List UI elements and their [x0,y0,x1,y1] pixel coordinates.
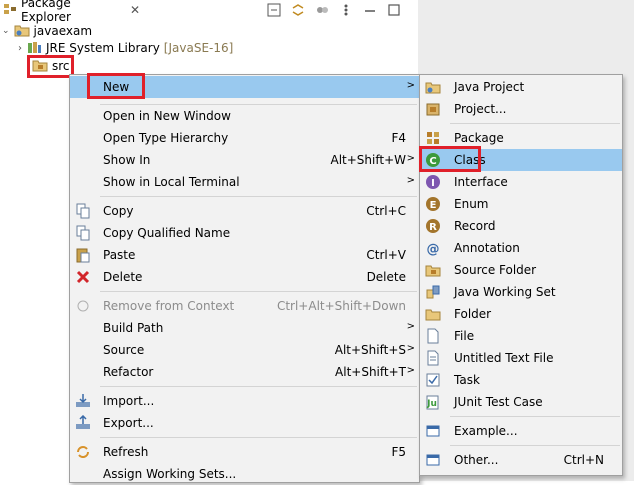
annotation-box-src [27,55,74,78]
menu-item-untitled-text-file[interactable]: Untitled Text File [420,347,622,369]
svg-text:R: R [429,222,437,233]
maximize-icon[interactable] [386,2,402,18]
record-icon: R [425,218,441,234]
close-view-icon[interactable]: ✕ [130,3,140,17]
annotation-icon: @ [425,240,441,256]
menu-separator [450,445,620,446]
annotation-box-class [419,146,481,172]
menu-item-build-path[interactable]: Build Path > [70,317,419,339]
view-toolbar [266,1,402,19]
project-icon [425,101,441,117]
menu-item-copy-qualified-name[interactable]: Copy Qualified Name [70,222,419,244]
library-icon [26,40,42,57]
package-explorer-title: Package Explorer [21,0,71,24]
menu-separator [450,123,620,124]
package-explorer-icon [3,2,17,19]
submenu-arrow-icon: > [406,321,415,332]
menu-item-source-folder[interactable]: Source Folder [420,259,622,281]
java-project-icon [425,79,441,95]
menu-item-folder[interactable]: Folder [420,303,622,325]
project-label: javaexam [33,24,93,38]
link-with-editor-icon[interactable] [290,2,306,18]
menu-item-copy[interactable]: Copy Ctrl+C [70,200,419,222]
context-menu: New > Open in New Window Open Type Hiera… [69,74,420,483]
remove-from-context-icon [75,298,91,314]
package-explorer-tab[interactable]: Package Explorer ✕ [0,0,140,24]
menu-item-refactor[interactable]: Refactor Alt+Shift+T > [70,361,419,383]
menu-item-file[interactable]: File [420,325,622,347]
menu-item-import[interactable]: Import... [70,390,419,412]
menu-item-open-type-hierarchy[interactable]: Open Type Hierarchy F4 [70,127,419,149]
menu-item-open-in-new-window[interactable]: Open in New Window [70,105,419,127]
svg-text:@: @ [427,242,440,256]
copy-icon [75,203,91,219]
folder-icon [425,306,441,322]
menu-item-assign-working-sets[interactable]: Assign Working Sets... [70,463,419,485]
menu-separator [450,416,620,417]
text-file-icon [425,350,441,366]
new-submenu: Java Project Project... Package C Class … [419,74,623,476]
working-set-icon [425,284,441,300]
svg-text:E: E [430,200,437,211]
tree-item-project[interactable]: ⌄ javaexam [2,22,92,40]
file-icon [425,328,441,344]
menu-item-junit-test-case[interactable]: Ju JUnit Test Case [420,391,622,413]
paste-icon [75,247,91,263]
collapse-all-icon[interactable] [266,2,282,18]
menu-item-remove-from-context: Remove from Context Ctrl+Alt+Shift+Down [70,295,419,317]
library-tag: [JavaSE-16] [163,41,234,55]
menu-item-enum[interactable]: E Enum [420,193,622,215]
submenu-arrow-icon: > [406,175,415,186]
menu-separator [100,386,417,387]
junit-icon: Ju [425,394,441,410]
menu-item-project[interactable]: Project... [420,98,622,120]
submenu-arrow-icon: > [406,153,415,164]
minimize-icon[interactable] [362,2,378,18]
chevron-down-icon[interactable]: ⌄ [2,26,10,36]
package-icon [425,130,441,146]
java-project-icon [14,23,30,40]
annotation-box-new [87,73,145,99]
menu-item-paste[interactable]: Paste Ctrl+V [70,244,419,266]
menu-separator [100,437,417,438]
menu-item-task[interactable]: Task [420,369,622,391]
menu-separator [100,291,417,292]
menu-item-export[interactable]: Export... [70,412,419,434]
view-menu-icon[interactable] [338,2,354,18]
import-icon [75,393,91,409]
menu-item-interface[interactable]: I Interface [420,171,622,193]
task-icon [425,372,441,388]
export-icon [75,415,91,431]
svg-text:I: I [431,178,435,189]
menu-item-show-in-local-terminal[interactable]: Show in Local Terminal > [70,171,419,193]
library-label: JRE System Library [46,41,160,55]
menu-item-record[interactable]: R Record [420,215,622,237]
chevron-right-icon[interactable]: › [18,43,22,54]
svg-text:Ju: Ju [426,399,437,409]
submenu-arrow-icon: > [406,365,415,376]
menu-item-show-in[interactable]: Show In Alt+Shift+W > [70,149,419,171]
menu-item-refresh[interactable]: Refresh F5 [70,441,419,463]
menu-item-java-project[interactable]: Java Project [420,76,622,98]
copy-qualified-name-icon [75,225,91,241]
menu-separator [100,196,417,197]
menu-item-delete[interactable]: Delete Delete [70,266,419,288]
submenu-arrow-icon: > [406,80,415,91]
delete-icon [75,269,91,285]
example-icon [425,423,441,439]
source-folder-icon [425,262,441,278]
other-wizard-icon [425,452,441,468]
enum-icon: E [425,196,441,212]
filters-icon[interactable] [314,2,330,18]
menu-item-example[interactable]: Example... [420,420,622,442]
menu-item-java-working-set[interactable]: Java Working Set [420,281,622,303]
refresh-icon [75,444,91,460]
interface-icon: I [425,174,441,190]
menu-item-source[interactable]: Source Alt+Shift+S > [70,339,419,361]
menu-item-other[interactable]: Other... Ctrl+N [420,449,622,471]
submenu-arrow-icon: > [406,343,415,354]
menu-item-annotation[interactable]: @ Annotation [420,237,622,259]
